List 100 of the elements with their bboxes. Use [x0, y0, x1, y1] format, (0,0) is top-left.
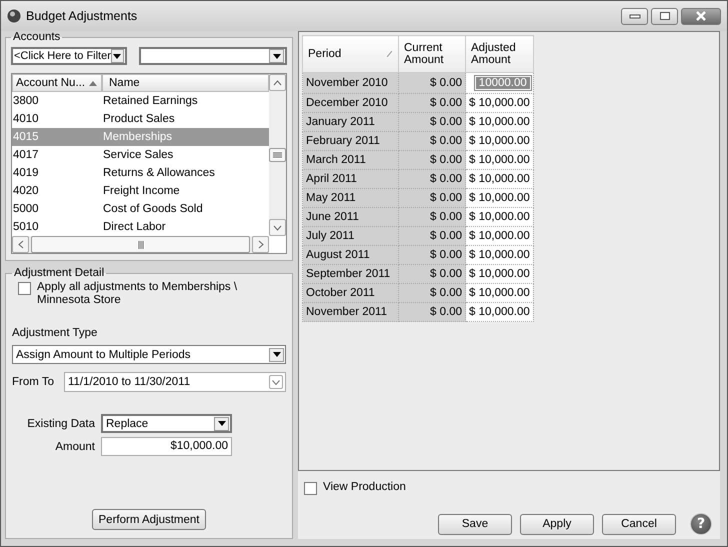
period-cell: November 2010 [302, 72, 398, 94]
checkbox-label: Apply all adjustments to Memberships \ Minnesota Store [37, 281, 238, 307]
account-row[interactable]: 5010 Direct Labor [12, 218, 269, 236]
account-number: 4017 [12, 149, 40, 161]
minimize-button[interactable] [621, 8, 648, 24]
column-header[interactable]: Adjusted Amount [466, 36, 534, 72]
field-label: Adjustment Type [12, 327, 98, 339]
maximize-icon [658, 11, 670, 21]
account-row[interactable]: 4020 Freight Income [12, 182, 269, 200]
app-icon [7, 9, 21, 23]
close-icon [695, 11, 707, 21]
close-button[interactable] [681, 8, 721, 24]
adjusted-amount-cell[interactable]: $ 10,000.00 [466, 94, 534, 112]
account-row[interactable]: 3800 Retained Earnings [12, 92, 269, 110]
account-number: 5010 [12, 221, 40, 233]
dropdown-arrow-icon [272, 352, 280, 357]
account-name: Service Sales [103, 149, 174, 161]
window-title: Budget Adjustments [26, 9, 138, 23]
adjusted-amount-cell[interactable]: $ 10,000.00 [466, 208, 534, 226]
scroll-right-button[interactable] [252, 236, 269, 253]
account-row[interactable]: 4019 Returns & Allowances [12, 164, 269, 182]
group-title: Adjustment Detail [13, 267, 106, 279]
existing-data-dropdown[interactable]: Replace [101, 414, 232, 433]
period-cell: February 2011 [302, 132, 398, 150]
dialog-button[interactable]: Save [438, 514, 512, 534]
dialog-button[interactable]: Apply [520, 514, 594, 534]
period-cell: November 2011 [302, 302, 398, 322]
period-cell: June 2011 [302, 208, 398, 226]
adjusted-amount-cell[interactable]: $ 10,000.00 [466, 264, 534, 284]
period-cell: May 2011 [302, 188, 398, 208]
scroll-left-button[interactable] [12, 236, 29, 253]
period-cell: December 2010 [302, 94, 398, 112]
column-header[interactable]: Account Nu... [12, 74, 102, 92]
scroll-thumb[interactable] [269, 148, 286, 162]
grip-icon [273, 152, 282, 158]
chevron-down-icon [272, 380, 280, 384]
account-number: 4015 [12, 131, 40, 143]
current-amount-cell: $ 0.00 [398, 302, 466, 322]
field-label: Amount [54, 440, 95, 452]
current-amount-cell: $ 0.00 [398, 132, 466, 150]
adjusted-amount-cell[interactable]: $ 10,000.00 [466, 246, 534, 264]
filter-dropdown[interactable]: <Click Here to Filter [11, 47, 127, 65]
account-name: Cost of Goods Sold [103, 203, 203, 215]
perform-adjustment-button[interactable]: Perform Adjustment [92, 509, 206, 530]
chevron-right-icon [258, 240, 264, 249]
dropdown-arrow-icon [113, 54, 122, 58]
checkbox-label: View Production [323, 481, 407, 494]
account-number: 5000 [12, 203, 40, 215]
adjustment-type-dropdown[interactable]: Assign Amount to Multiple Periods [12, 345, 286, 364]
dialog-button[interactable]: Cancel [602, 514, 676, 534]
column-header[interactable]: Name [102, 74, 269, 92]
scroll-thumb[interactable] [31, 236, 250, 253]
period-cell: September 2011 [302, 264, 398, 284]
amount-field[interactable]: $10,000.00 [101, 437, 232, 456]
adjusted-amount-cell[interactable]: $ 10,000.00 [466, 112, 534, 132]
current-amount-cell: $ 0.00 [398, 72, 466, 94]
adjusted-amount-cell[interactable]: $ 10,000.00 [466, 132, 534, 150]
adjusted-amount-cell[interactable]: $ 10,000.00 [466, 150, 534, 170]
adjusted-amount-input[interactable]: 10000.00 [466, 72, 534, 94]
dropdown-arrow-icon [218, 421, 226, 426]
group-title: Accounts [12, 31, 62, 43]
adjusted-amount-cell[interactable]: $ 10,000.00 [466, 302, 534, 322]
grip-icon [138, 240, 144, 248]
column-header[interactable]: Current Amount [398, 36, 466, 72]
current-amount-cell: $ 0.00 [398, 264, 466, 284]
field-label: From To [12, 376, 54, 388]
minimize-icon [628, 13, 640, 19]
account-row[interactable]: 4010 Product Sales [12, 110, 269, 128]
sort-icon [387, 51, 392, 57]
period-cell: October 2011 [302, 284, 398, 302]
account-number: 4020 [12, 185, 40, 197]
account-name: Product Sales [103, 113, 175, 125]
date-range-dropdown[interactable]: 11/1/2010 to 11/30/2011 [64, 372, 286, 392]
current-amount-cell: $ 0.00 [398, 208, 466, 226]
adjusted-amount-cell[interactable]: $ 10,000.00 [466, 170, 534, 188]
account-name: Returns & Allowances [103, 167, 215, 179]
account-row[interactable]: 4017 Service Sales [12, 146, 269, 164]
adjusted-amount-cell[interactable]: $ 10,000.00 [466, 284, 534, 302]
checkbox[interactable] [18, 282, 31, 295]
account-name: Freight Income [103, 185, 180, 197]
account-number: 3800 [12, 95, 40, 107]
scroll-up-button[interactable] [269, 74, 286, 91]
period-cell: August 2011 [302, 246, 398, 264]
chevron-down-icon [273, 224, 282, 230]
adjusted-amount-cell[interactable]: $ 10,000.00 [466, 226, 534, 246]
checkbox[interactable] [304, 482, 317, 495]
scroll-down-button[interactable] [269, 219, 286, 236]
current-amount-cell: $ 0.00 [398, 284, 466, 302]
help-button[interactable]: ? [690, 513, 712, 535]
period-cell: January 2011 [302, 112, 398, 132]
account-name: Memberships [103, 131, 172, 143]
filter-value-dropdown[interactable] [139, 47, 287, 65]
account-number: 4010 [12, 113, 40, 125]
column-header[interactable]: Period [302, 36, 398, 72]
maximize-button[interactable] [651, 8, 678, 24]
period-cell: March 2011 [302, 150, 398, 170]
current-amount-cell: $ 0.00 [398, 246, 466, 264]
account-row[interactable]: 5000 Cost of Goods Sold [12, 200, 269, 218]
chevron-left-icon [18, 240, 24, 249]
adjusted-amount-cell[interactable]: $ 10,000.00 [466, 188, 534, 208]
